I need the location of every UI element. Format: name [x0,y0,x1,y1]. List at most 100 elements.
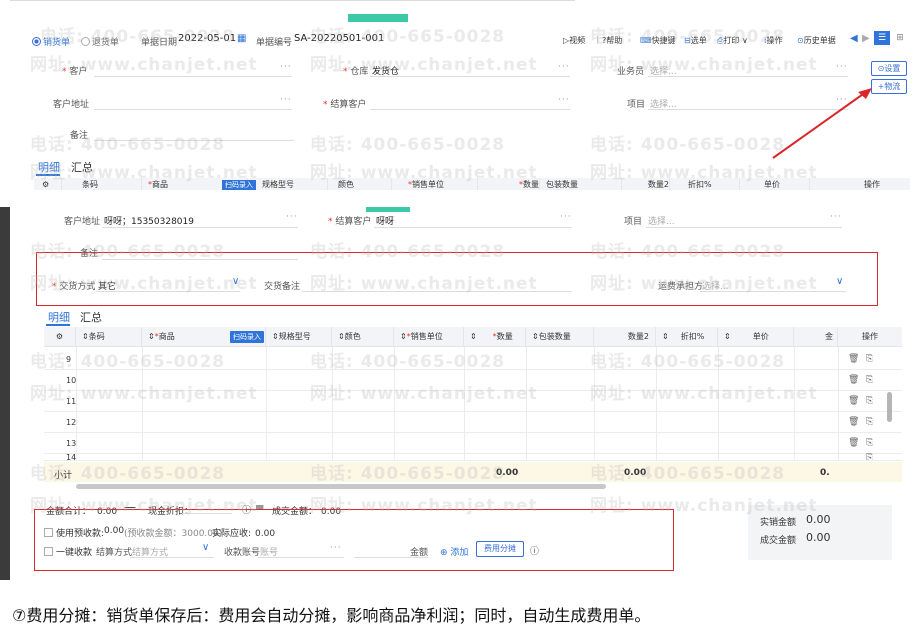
col-color[interactable]: ⇕ 颜色 [332,327,394,346]
col-price[interactable]: 单价 [764,178,810,190]
vertical-scrollbar[interactable] [887,392,892,422]
settle-customer-more-icon[interactable]: ··· [558,95,570,105]
copy-icon[interactable]: ⎘ [866,438,873,448]
radio-sales[interactable]: 销货单 [32,37,70,48]
list-view-icon[interactable]: ☰ [874,31,890,45]
settle-customer-input[interactable] [374,227,572,228]
address-more-icon[interactable]: ··· [286,212,298,222]
operation-button[interactable]: ⁞操作 [764,35,783,46]
add-payment-button[interactable]: ⊕ 添加 [440,545,468,558]
table-row[interactable]: 13 🗑 ⎘ [44,434,902,454]
help-icon[interactable]: ⓘ [530,544,539,557]
col-discount[interactable]: ⇕ 折扣% [656,327,718,346]
warehouse-more-icon[interactable]: ··· [558,62,570,72]
carrier-select[interactable] [700,291,846,292]
copy-icon[interactable]: ⎘ [866,354,873,364]
radio-sales-dot[interactable] [32,37,41,46]
delete-icon[interactable]: 🗑 [848,354,859,364]
delete-icon[interactable]: 🗑 [848,417,859,427]
salesman-input[interactable] [648,76,848,77]
col-unit[interactable]: ⇕ * 销售单位 [394,327,464,346]
col-price[interactable]: ⇕ 单价 [718,327,794,346]
tab-detail[interactable]: 明细 [48,309,70,325]
table-row[interactable]: 12 🗑 ⎘ [44,413,902,433]
col-qty2[interactable]: 数量2 [628,178,670,190]
scan-entry-button[interactable]: 扫码录入 [222,180,256,190]
customer-more-icon[interactable]: ··· [280,62,292,72]
help-button[interactable]: ?帮助 [602,35,622,46]
tab-summary[interactable]: 汇总 [80,309,102,325]
address-input[interactable] [102,227,298,228]
prev-arrow-icon[interactable]: ◀ [850,33,858,44]
remark-input[interactable] [94,140,294,141]
date-value[interactable]: 2022-05-01 [178,33,236,44]
column-settings-icon[interactable]: ⚙ [44,327,76,346]
print-button[interactable]: ⎙打印 ∨ [717,35,748,46]
settle-customer-value[interactable]: 呀呀 [376,214,394,227]
customer-input[interactable] [94,76,292,77]
col-barcode[interactable]: ⇕ 条码 [76,327,142,346]
copy-icon[interactable]: ⎘ [866,396,873,406]
project-more-icon[interactable]: ··· [836,95,848,105]
address-value[interactable]: 呀呀；15350328019 [104,214,194,227]
fee-allocation-button[interactable]: 费用分摊 [476,541,524,557]
address-input[interactable] [94,109,292,110]
project-input[interactable] [648,109,848,110]
copy-icon[interactable]: ⎘ [866,375,873,385]
horizontal-scrollbar[interactable] [76,484,606,489]
onekey-checkbox[interactable] [44,547,53,556]
delete-icon[interactable]: 🗑 [848,438,859,448]
account-more-icon[interactable]: ··· [330,543,342,553]
col-amount[interactable]: 金 [794,327,838,346]
calendar-icon[interactable]: ▦ [237,33,246,44]
logistics-button[interactable]: +物流 [871,79,907,94]
radio-return[interactable]: 退货单 [80,37,119,48]
next-arrow-icon[interactable]: ▶ [862,33,870,44]
table-row[interactable]: 9 🗑 ⎘ [44,350,902,370]
account-input[interactable] [258,557,344,558]
project-input[interactable] [646,227,842,228]
chevron-down-icon[interactable]: ∨ [836,276,843,287]
video-button[interactable]: ▷视频 [563,35,585,46]
project-more-icon[interactable]: ··· [830,212,842,222]
prepay-checkbox[interactable] [44,528,53,537]
radio-return-dot[interactable] [80,37,90,46]
select-order-button[interactable]: ⊟选单 [684,35,707,46]
history-button[interactable]: ⊙历史单据 [797,35,836,46]
tab-summary[interactable]: 汇总 [71,159,93,175]
chevron-down-icon[interactable]: ∨ [202,542,209,553]
col-qty[interactable]: ⇕ *数量 [464,327,526,346]
delete-icon[interactable]: 🗑 [848,375,859,385]
tab-detail[interactable]: 明细 [38,159,60,175]
delete-icon[interactable]: 🗑 [848,396,859,406]
copy-icon[interactable]: ⎘ [866,453,873,460]
col-pack-qty[interactable]: 包装数量 [546,178,622,190]
scan-entry-button[interactable]: 扫码录入 [230,331,264,343]
project-placeholder[interactable]: 选择... [648,214,675,227]
col-unit[interactable]: * 销售单位 [408,178,478,190]
copy-icon[interactable]: ⎘ [866,417,873,427]
col-spec[interactable]: 规格型号 [262,178,328,190]
col-pack-qty[interactable]: ⇕ 包装数量 [526,327,594,346]
salesman-more-icon[interactable]: ··· [836,62,848,72]
column-settings-icon[interactable]: ⚙ [42,178,62,190]
col-qty[interactable]: * 数量 [484,178,540,190]
delivery-remark-input[interactable] [302,291,572,292]
col-barcode[interactable]: 条码 [82,178,142,190]
delivery-select[interactable] [96,291,240,292]
chevron-down-icon[interactable]: ∨ [232,276,239,287]
settle-customer-input[interactable] [370,109,570,110]
col-spec[interactable]: ⇕ 规格型号 [266,327,332,346]
table-row[interactable]: 11 🗑 ⎘ [44,392,902,412]
settle-method-select[interactable] [130,557,214,558]
col-color[interactable]: 颜色 [338,178,392,190]
warehouse-input[interactable] [370,76,570,77]
shortcut-button[interactable]: ⌨快捷键 [640,35,676,46]
amount-input[interactable] [354,557,428,558]
settle-customer-more-icon[interactable]: ··· [560,212,572,222]
settings-button[interactable]: ⊙设置 [871,61,907,76]
table-row[interactable]: 10 🗑 ⎘ [44,371,902,391]
address-more-icon[interactable]: ··· [280,95,292,105]
col-qty2[interactable]: 数量2 [594,327,656,346]
col-discount[interactable]: 折扣% [688,178,740,190]
